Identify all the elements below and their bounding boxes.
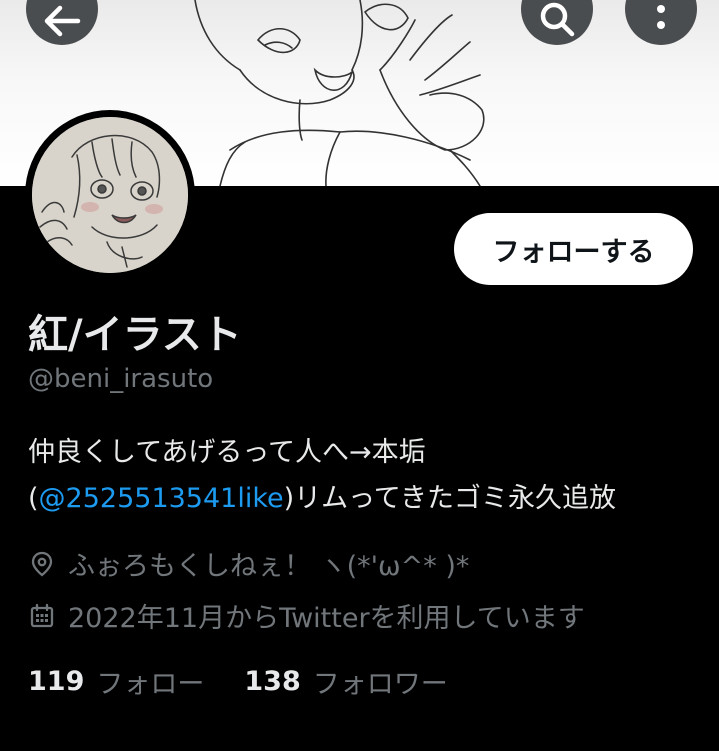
followers-label: フォロワー [312, 669, 448, 700]
cut-off-content [0, 740, 719, 751]
arrow-left-icon [42, 3, 82, 39]
following-count: 119 [28, 666, 85, 697]
following-link[interactable]: 119 フォロー [28, 662, 204, 701]
bio-open-paren: ( [28, 483, 39, 514]
profile-bio: 仲良くしてあげるって人へ→本垢 (@2525513541like)リムってきたゴ… [28, 430, 698, 522]
location-pin-icon [28, 550, 56, 578]
bio-mention-link[interactable]: @2525513541like [39, 483, 284, 514]
profile-location: ふぉろもくしねぇ！ ヽ(*'ω^* )* [28, 544, 469, 583]
avatar-sketch-image [32, 117, 188, 273]
search-icon [537, 1, 577, 41]
followers-link[interactable]: 138 フォロワー [244, 662, 447, 701]
bio-line-1: 仲良くしてあげるって人へ→本垢 [28, 437, 426, 468]
join-date-text: 2022年11月からTwitterを利用しています [68, 603, 585, 634]
avatar[interactable] [32, 117, 188, 273]
following-label: フォロー [96, 669, 205, 700]
avatar-frame [25, 110, 195, 280]
follow-button[interactable]: フォローする [454, 213, 693, 285]
calendar-icon [28, 602, 56, 630]
profile-stats: 119 フォロー 138 フォロワー [28, 662, 448, 701]
followers-count: 138 [244, 666, 301, 697]
profile-join-date: 2022年11月からTwitterを利用しています [28, 596, 585, 635]
location-text: ふぉろもくしねぇ！ ヽ(*'ω^* )* [68, 551, 470, 582]
more-vertical-icon [655, 3, 667, 39]
profile-handle: @beni_irasuto [28, 364, 214, 394]
bio-rest-text: )リムってきたゴミ永久追放 [283, 483, 616, 514]
bio-line-2: (@2525513541like)リムってきたゴミ永久追放 [28, 476, 698, 522]
profile-display-name: 紅/イラスト [28, 312, 242, 358]
